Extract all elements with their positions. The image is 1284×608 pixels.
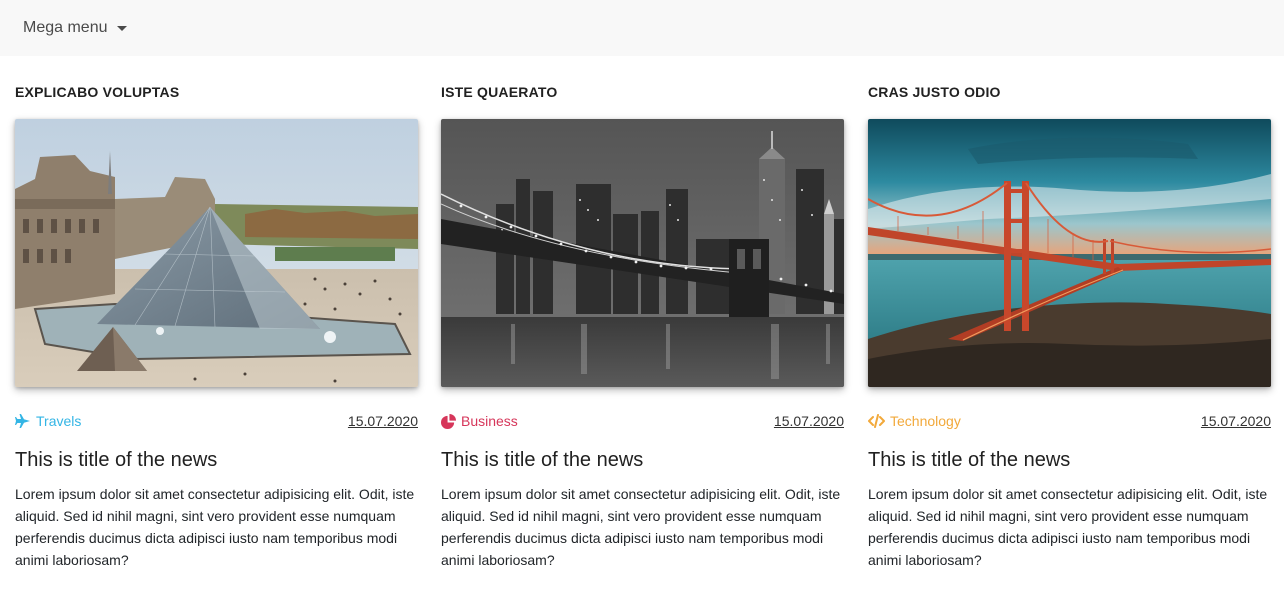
news-date[interactable]: 15.07.2020 bbox=[774, 413, 844, 429]
news-excerpt: Lorem ipsum dolor sit amet consectetur a… bbox=[868, 486, 1268, 568]
news-date[interactable]: 15.07.2020 bbox=[1201, 413, 1271, 429]
mega-menu-columns: EXPLICABO VOLUPTAS Travels 15.07.2020 Th… bbox=[0, 56, 1284, 608]
pie-chart-icon bbox=[441, 413, 456, 429]
news-image[interactable] bbox=[868, 119, 1271, 387]
mega-menu-dropdown[interactable]: Mega menu bbox=[23, 19, 127, 37]
news-excerpt: Lorem ipsum dolor sit amet consectetur a… bbox=[441, 486, 841, 568]
news-date[interactable]: 15.07.2020 bbox=[348, 413, 418, 429]
column-heading: ISTE QUAERATO bbox=[441, 84, 558, 100]
news-title[interactable]: This is title of the news bbox=[441, 449, 643, 472]
category-label: Travels bbox=[36, 413, 82, 429]
news-meta: Travels 15.07.2020 bbox=[15, 413, 418, 429]
category-label: Technology bbox=[890, 413, 961, 429]
news-title[interactable]: This is title of the news bbox=[868, 449, 1070, 472]
category-link[interactable]: Travels bbox=[15, 413, 81, 429]
category-link[interactable]: Technology bbox=[868, 413, 961, 429]
column-heading: CRAS JUSTO ODIO bbox=[868, 84, 1001, 100]
news-meta: Business 15.07.2020 bbox=[441, 413, 844, 429]
news-image[interactable] bbox=[15, 119, 418, 387]
mega-menu-label: Mega menu bbox=[23, 19, 108, 36]
news-excerpt: Lorem ipsum dolor sit amet consectetur a… bbox=[15, 486, 415, 568]
plane-icon bbox=[15, 414, 30, 428]
caret-down-icon bbox=[116, 26, 127, 31]
navbar: Mega menu bbox=[0, 0, 1284, 56]
category-link[interactable]: Business bbox=[441, 413, 518, 429]
column-heading: EXPLICABO VOLUPTAS bbox=[15, 84, 180, 100]
news-title[interactable]: This is title of the news bbox=[15, 449, 217, 472]
code-icon bbox=[868, 414, 885, 428]
category-label: Business bbox=[461, 413, 518, 429]
news-meta: Technology 15.07.2020 bbox=[868, 413, 1271, 429]
news-image[interactable] bbox=[441, 119, 844, 387]
